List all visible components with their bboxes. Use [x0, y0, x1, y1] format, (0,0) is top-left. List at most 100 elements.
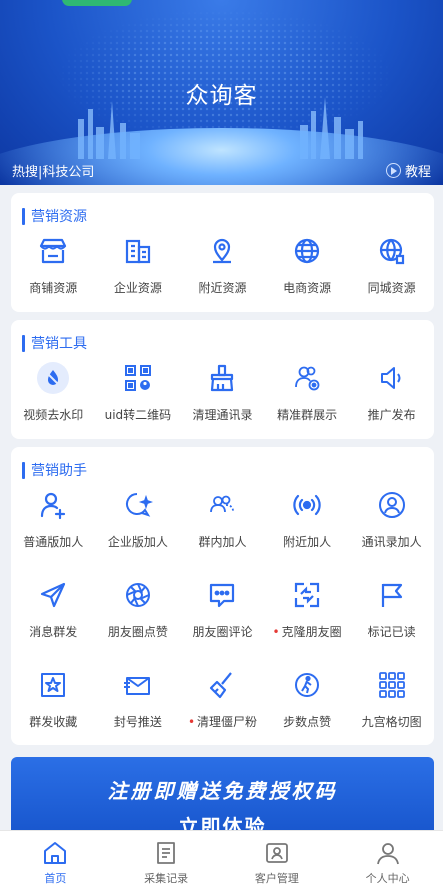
mass-favorite-button[interactable]: 群发收藏: [11, 665, 96, 730]
section-accent-bar: [22, 461, 25, 479]
group-target-icon: [287, 358, 327, 398]
item-label: 企业版加人: [107, 535, 168, 549]
item-label: 推广发布: [367, 408, 416, 422]
clean-contacts-button[interactable]: 清理通讯录: [180, 358, 265, 423]
status-pill: [62, 0, 132, 6]
hot-search-text[interactable]: 热搜|科技公司: [12, 161, 94, 180]
person-icon: [376, 843, 399, 865]
globe-icon: [287, 231, 327, 271]
video-watermark-button[interactable]: 视频去水印: [11, 358, 96, 423]
item-label: 附近加人: [283, 535, 332, 549]
ecommerce-resources-button[interactable]: 电商资源: [265, 231, 350, 296]
uid-to-qrcode-button[interactable]: uid转二维码: [96, 358, 181, 423]
comment-icon: [202, 575, 242, 615]
mass-message-button[interactable]: 消息群发: [11, 575, 96, 640]
tab-label: 首页: [44, 872, 67, 885]
item-label: • 克隆朋友圈: [273, 623, 342, 640]
item-label: 群发收藏: [29, 715, 78, 729]
item-label: 封号推送: [113, 715, 162, 729]
section-marketing-assistant: 营销助手 普通版加人 企业版加人 群内加人 附近加人 通讯录加人 消息群发 朋友…: [11, 447, 434, 745]
building-icon: [118, 231, 158, 271]
step-like-button[interactable]: 步数点赞: [265, 665, 350, 730]
tutorial-button[interactable]: 教程: [385, 161, 431, 180]
nearby-resources-button[interactable]: 附近资源: [180, 231, 265, 296]
star-box-icon: [33, 665, 73, 705]
enterprise-add-friend-button[interactable]: 企业版加人: [96, 485, 181, 550]
broom-icon: [202, 358, 242, 398]
item-label: 消息群发: [29, 625, 78, 639]
item-label: 普通版加人: [23, 535, 84, 549]
item-label: 清理通讯录: [192, 408, 253, 422]
water-drop-icon: [33, 358, 73, 398]
item-label: 标记已读: [367, 625, 416, 639]
city-globe-icon: [372, 231, 412, 271]
new-dot: •: [272, 625, 280, 639]
nearby-add-friend-button[interactable]: 附近加人: [265, 485, 350, 550]
grid-nine-icon: [372, 665, 412, 705]
item-label: • 清理僵尸粉: [188, 713, 257, 730]
qr-code-icon: [118, 358, 158, 398]
section-title: 营销工具: [31, 336, 87, 352]
tutorial-label: 教程: [404, 165, 431, 180]
moments-like-button[interactable]: 朋友圈点赞: [96, 575, 181, 640]
hero-banner: 众询客 热搜|科技公司 教程: [0, 0, 443, 185]
tab-label: 客户管理: [254, 872, 299, 885]
ban-push-button[interactable]: 封号推送: [96, 665, 181, 730]
shop-resources-button[interactable]: 商铺资源: [11, 231, 96, 296]
normal-add-friend-button[interactable]: 普通版加人: [11, 485, 96, 550]
tab-label: 采集记录: [144, 872, 189, 885]
location-pin-icon: [202, 231, 242, 271]
radar-icon: [287, 485, 327, 525]
contact-icon: [372, 485, 412, 525]
mail-icon: [118, 665, 158, 705]
item-label: uid转二维码: [104, 408, 172, 422]
item-label: 附近资源: [198, 281, 247, 295]
flag-icon: [372, 575, 412, 615]
clone-moments-button[interactable]: • 克隆朋友圈: [265, 575, 350, 640]
tab-customers[interactable]: 客户管理: [222, 831, 333, 892]
tab-home[interactable]: 首页: [0, 831, 111, 892]
item-label: 企业资源: [113, 281, 162, 295]
item-label: 商铺资源: [29, 281, 78, 295]
section-title: 营销助手: [31, 463, 87, 479]
section-accent-bar: [22, 207, 25, 225]
group-add-friend-button[interactable]: 群内加人: [180, 485, 265, 550]
item-label: 电商资源: [283, 281, 332, 295]
section-marketing-resources: 营销资源 商铺资源 企业资源 附近资源 电商资源 同城资源: [11, 193, 434, 312]
item-label: 同城资源: [367, 281, 416, 295]
group-icon: [202, 485, 242, 525]
moments-comment-button[interactable]: 朋友圈评论: [180, 575, 265, 640]
item-label-text: 清理僵尸粉: [197, 715, 258, 729]
walk-icon: [287, 665, 327, 705]
tab-records[interactable]: 采集记录: [111, 831, 222, 892]
mark-read-button[interactable]: 标记已读: [349, 575, 434, 640]
enterprise-resources-button[interactable]: 企业资源: [96, 231, 181, 296]
send-icon: [33, 575, 73, 615]
aperture-icon: [118, 575, 158, 615]
item-label: 视频去水印: [23, 408, 84, 422]
item-label: 朋友圈点赞: [107, 625, 168, 639]
contacts-add-friend-button[interactable]: 通讯录加人: [349, 485, 434, 550]
speaker-icon: [372, 358, 412, 398]
item-label: 朋友圈评论: [192, 625, 253, 639]
home-icon: [44, 842, 67, 864]
chat-sparkle-icon: [118, 485, 158, 525]
section-accent-bar: [22, 334, 25, 352]
item-label: 精准群展示: [277, 408, 338, 422]
bottom-tab-bar: 首页 采集记录 客户管理 个人中心: [0, 830, 443, 892]
precise-group-button[interactable]: 精准群展示: [265, 358, 350, 423]
clean-zombie-fans-button[interactable]: • 清理僵尸粉: [180, 665, 265, 730]
promo-line-1: 注册即赠送免费授权码: [107, 779, 338, 803]
play-icon: [385, 163, 401, 178]
app-title: 众询客: [185, 83, 258, 109]
same-city-resources-button[interactable]: 同城资源: [349, 231, 434, 296]
nine-grid-cut-button[interactable]: 九宫格切图: [349, 665, 434, 730]
promotion-publish-button[interactable]: 推广发布: [349, 358, 434, 423]
record-icon: [157, 842, 176, 864]
shop-icon: [33, 231, 73, 271]
tab-profile[interactable]: 个人中心: [332, 831, 443, 892]
item-label-text: 克隆朋友圈: [281, 625, 342, 639]
item-label: 通讯录加人: [361, 535, 422, 549]
item-label: 群内加人: [198, 535, 247, 549]
add-user-icon: [33, 485, 73, 525]
